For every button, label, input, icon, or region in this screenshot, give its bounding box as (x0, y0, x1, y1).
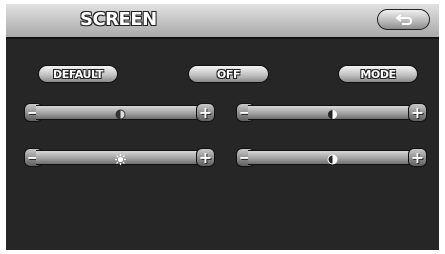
contrast-half-circle-icon (115, 109, 125, 120)
off-button[interactable]: OFF (188, 65, 269, 83)
return-arrow-icon (396, 14, 412, 25)
color-track[interactable] (248, 150, 415, 165)
mode-button[interactable]: MODE (338, 65, 418, 83)
color-slider[interactable]: − + (236, 148, 427, 167)
contrast-slider[interactable]: − + (24, 103, 215, 122)
half-circle-icon (327, 110, 337, 119)
contrast-track[interactable] (36, 105, 203, 120)
black-white-circle-icon (327, 154, 337, 165)
header-bar: SCREEN (6, 4, 439, 39)
tint-increase-button[interactable]: + (408, 103, 427, 122)
brightness-slider[interactable]: − + (24, 148, 215, 167)
brightness-increase-button[interactable]: + (196, 148, 215, 167)
color-increase-button[interactable]: + (408, 148, 427, 167)
brightness-track[interactable] (36, 150, 203, 165)
sun-icon (114, 154, 126, 165)
back-button[interactable] (377, 9, 430, 30)
screen-settings-panel: SCREEN DEFAULT OFF MODE − + − + − + − + (6, 4, 439, 250)
tint-slider[interactable]: − + (236, 103, 427, 122)
tint-track[interactable] (248, 105, 415, 120)
page-title: SCREEN (80, 9, 157, 30)
default-button[interactable]: DEFAULT (38, 65, 118, 83)
contrast-increase-button[interactable]: + (196, 103, 215, 122)
